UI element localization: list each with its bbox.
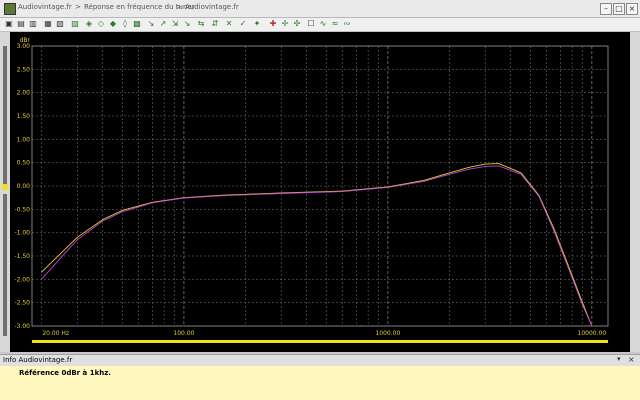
table-icon[interactable]: ▧ <box>55 19 65 29</box>
y-tick-label: 0.50 <box>17 160 31 167</box>
fit-icon[interactable]: ▩ <box>132 19 142 29</box>
export-icon[interactable]: ✣ <box>292 19 302 29</box>
x-tick-label: 10000.00 <box>578 330 607 337</box>
y-tick-label: 2.50 <box>17 66 31 73</box>
breadcrumb-separator: > <box>176 3 182 11</box>
info-panel-title: Info Audiovintage.fr <box>3 356 73 364</box>
scroll-bar-upper[interactable] <box>3 46 7 186</box>
zoom-y-icon[interactable]: ◊ <box>120 19 130 29</box>
chart-icon[interactable]: ▦ <box>43 19 53 29</box>
x-tick-label: 100.00 <box>173 330 194 337</box>
save-icon[interactable]: ▤ <box>16 19 26 29</box>
y-tick-label: 1.50 <box>17 113 31 120</box>
y-tick-label: -2.00 <box>14 276 30 283</box>
wave-icon[interactable]: ✕ <box>224 19 234 29</box>
minimize-icon[interactable]: – <box>600 3 612 15</box>
zoom-in-icon[interactable]: ◈ <box>84 19 94 29</box>
settings-icon[interactable]: ✓ <box>238 19 248 29</box>
y-tick-label: -2.50 <box>14 300 30 307</box>
y-tick-label: -1.00 <box>14 230 30 237</box>
arrow-up-icon[interactable]: ↗ <box>158 19 168 29</box>
right-scroll-strip[interactable] <box>630 32 640 352</box>
open-icon[interactable]: ▣ <box>4 19 14 29</box>
y-tick-label: -3.00 <box>14 323 30 330</box>
y-tick-label: 2.00 <box>17 90 31 97</box>
scroll-bar-lower[interactable] <box>3 194 7 336</box>
view-icon[interactable]: ☐ <box>306 19 316 29</box>
sine-icon[interactable]: ∿ <box>318 19 328 29</box>
app-icon <box>4 3 16 15</box>
info-panel-header: Info Audiovintage.fr ▾ × <box>0 354 640 366</box>
arrow-icon[interactable]: ↘ <box>146 19 156 29</box>
x-tick-label: 1000.00 <box>375 330 400 337</box>
curve-icon[interactable]: ∾ <box>342 19 352 29</box>
scroll-marker[interactable] <box>2 184 8 190</box>
pin-icon[interactable]: ▾ <box>617 355 621 363</box>
cursor-icon[interactable]: ↘ <box>182 19 192 29</box>
y-tick-label: -1.50 <box>14 253 30 260</box>
x-axis-scroll-bar <box>32 340 608 343</box>
wave-alt-icon[interactable]: ≈ <box>330 19 340 29</box>
y-tick-label: 3.00 <box>17 43 31 50</box>
plot-area[interactable]: 3.00 2.50 2.00 1.50 1.00 0.50 0.00 -0.50 -1.00 -1… <box>10 32 630 352</box>
frequency-response-chart[interactable]: 3.00 2.50 2.00 1.50 1.00 0.50 0.00 -0.50 -1.00 -1… <box>10 32 630 352</box>
info-panel-body: Référence 0dBr à 1khz. <box>0 366 640 400</box>
marker-icon[interactable]: ⇵ <box>210 19 220 29</box>
toolbar: ▣ ▤ ▥ ▦ ▧ ▨ ◈ ◇ ◆ ◊ ▩ ↘ ↗ ⇲ ↘ ⇆ ⇵ ✕ ✓ ✦ … <box>0 18 640 32</box>
breadcrumb-separator: > <box>75 3 81 11</box>
x-tick-label: 20.00 Hz <box>42 330 69 337</box>
y-axis-label: dBr <box>20 37 31 44</box>
close-icon[interactable]: × <box>628 355 635 364</box>
copy-icon[interactable]: ▨ <box>70 19 80 29</box>
title-bar: Audiovintage.fr > Réponse en fréquence d… <box>0 0 640 18</box>
sort-icon[interactable]: ✦ <box>252 19 262 29</box>
series-line <box>40 165 593 327</box>
info-text: Référence 0dBr à 1khz. <box>19 369 111 377</box>
close-icon[interactable]: × <box>626 3 638 15</box>
zoom-x-icon[interactable]: ◆ <box>108 19 118 29</box>
y-tick-label: 1.00 <box>17 136 31 143</box>
y-tick-label: 0.00 <box>17 183 31 190</box>
maximize-icon[interactable]: □ <box>613 3 625 15</box>
measure-icon[interactable]: ⇆ <box>196 19 206 29</box>
breadcrumb-item[interactable]: Audiovintage.fr <box>18 3 72 11</box>
add-marker-icon[interactable]: ✚ <box>268 19 278 29</box>
pan-icon[interactable]: ⇲ <box>170 19 180 29</box>
zoom-out-icon[interactable]: ◇ <box>96 19 106 29</box>
y-tick-label: -0.50 <box>14 206 30 213</box>
series-line <box>40 163 593 327</box>
print-icon[interactable]: ▥ <box>28 19 38 29</box>
breadcrumb-item[interactable]: Audiovintage.fr <box>185 3 239 11</box>
left-scroll-strip[interactable] <box>0 32 10 352</box>
trend-icon[interactable]: ✢ <box>280 19 290 29</box>
